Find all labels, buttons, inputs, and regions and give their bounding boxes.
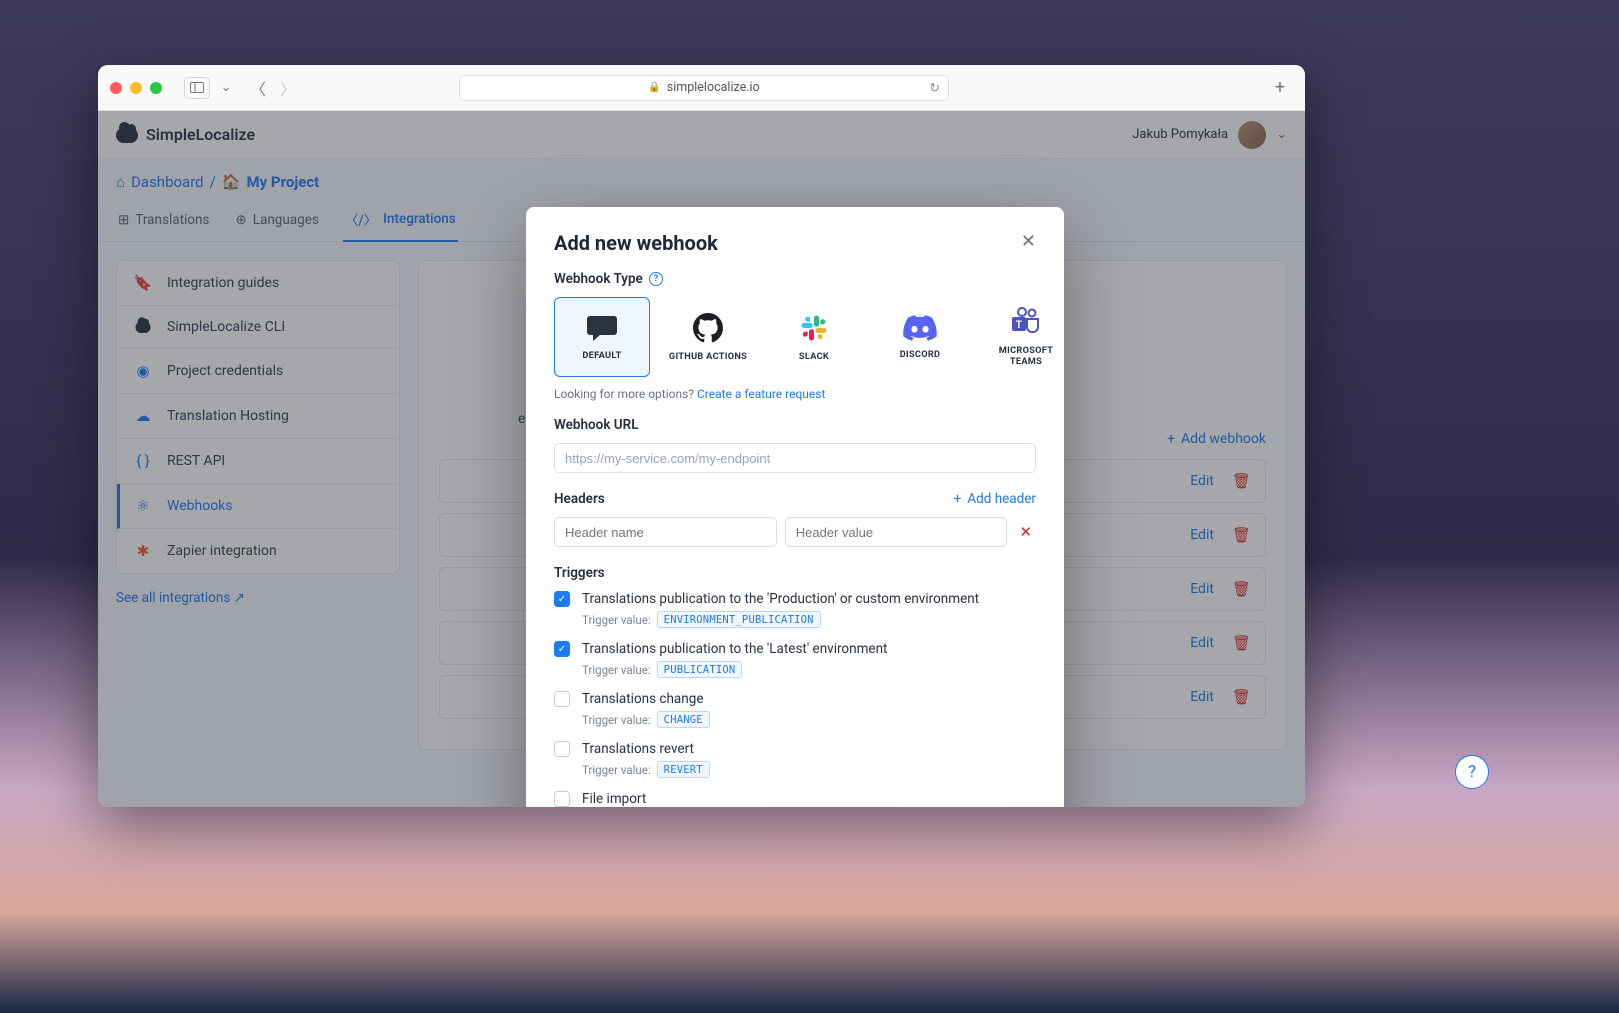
maximize-window-icon[interactable]	[150, 82, 162, 94]
teams-icon: T	[1010, 307, 1042, 337]
trigger-value-label: Trigger value:	[582, 763, 651, 777]
chevron-down-icon[interactable]: ⌄	[218, 77, 234, 99]
trigger-checkbox[interactable]: ✓	[554, 591, 570, 607]
trigger-name: Translations publication to the 'Latest'…	[582, 641, 887, 657]
back-icon[interactable]: 〈	[250, 76, 266, 100]
webhook-type-label: Webhook Type ?	[554, 271, 1036, 287]
svg-text:T: T	[1016, 320, 1023, 331]
close-icon[interactable]: ✕	[1021, 231, 1036, 252]
trigger-name: Translations publication to the 'Product…	[582, 591, 979, 607]
feature-request-link[interactable]: Create a feature request	[697, 387, 825, 401]
type-label: SLACK	[799, 351, 829, 362]
triggers-label: Triggers	[554, 565, 1036, 581]
plus-icon: +	[954, 491, 962, 507]
remove-header-icon[interactable]: ✕	[1015, 523, 1036, 541]
type-option-github[interactable]: GITHUB ACTIONS	[660, 297, 756, 377]
url-bar[interactable]: 🔒 simplelocalize.io ↻	[459, 75, 949, 101]
type-label: DEFAULT	[582, 350, 621, 361]
reload-icon[interactable]: ↻	[930, 80, 940, 96]
github-icon	[693, 313, 723, 343]
help-icon[interactable]: ?	[649, 272, 663, 286]
url-text: simplelocalize.io	[667, 80, 760, 95]
trigger-checkbox[interactable]	[554, 691, 570, 707]
add-webhook-modal: Add new webhook ✕ Webhook Type ? DEFAULT…	[526, 207, 1064, 807]
type-label: MICROSOFT TEAMS	[984, 345, 1064, 367]
trigger-value-row: Trigger value: CHANGE	[582, 711, 1036, 728]
close-window-icon[interactable]	[110, 82, 122, 94]
trigger-value-label: Trigger value:	[582, 613, 651, 627]
trigger-name: File import	[582, 791, 646, 807]
type-label: GITHUB ACTIONS	[669, 351, 747, 362]
more-options-prefix: Looking for more options?	[554, 387, 697, 401]
browser-window: ⌄ 〈 〉 🔒 simplelocalize.io ↻ + SimpleLoca…	[98, 65, 1305, 807]
modal-title: Add new webhook	[554, 231, 718, 255]
trigger-item: ✓ Translations publication to the 'Produc…	[554, 591, 1036, 628]
trigger-item: File importTrigger value:IMPORT	[554, 791, 1036, 807]
browser-chrome: ⌄ 〈 〉 🔒 simplelocalize.io ↻ +	[98, 65, 1305, 111]
header-row: ✕	[554, 517, 1036, 547]
webhook-type-options: DEFAULT GITHUB ACTIONS SLACK DISCORD T M…	[554, 297, 1036, 377]
trigger-item: Translations revert Trigger value: REVERT	[554, 741, 1036, 778]
type-option-slack[interactable]: SLACK	[766, 297, 862, 377]
window-controls	[110, 82, 162, 94]
type-option-teams[interactable]: T MICROSOFT TEAMS	[978, 297, 1064, 377]
trigger-value-label: Trigger value:	[582, 713, 651, 727]
nav-arrows: 〈 〉	[250, 76, 296, 100]
more-options-text: Looking for more options? Create a featu…	[554, 387, 1036, 401]
forward-icon[interactable]: 〉	[280, 76, 296, 100]
trigger-value-row: Trigger value: PUBLICATION	[582, 661, 1036, 678]
trigger-value-chip: ENVIRONMENT_PUBLICATION	[657, 611, 821, 628]
label-text: Webhook Type	[554, 271, 643, 287]
triggers-list: ✓ Translations publication to the 'Produc…	[554, 591, 1036, 807]
type-option-default[interactable]: DEFAULT	[554, 297, 650, 377]
new-tab-icon[interactable]: +	[1267, 77, 1293, 99]
trigger-checkbox[interactable]	[554, 791, 570, 807]
add-header-label: Add header	[967, 491, 1036, 507]
add-header-button[interactable]: + Add header	[954, 491, 1036, 507]
type-label: DISCORD	[900, 349, 941, 360]
trigger-item: Translations change Trigger value: CHANGE	[554, 691, 1036, 728]
type-option-discord[interactable]: DISCORD	[872, 297, 968, 377]
header-value-input[interactable]	[785, 517, 1008, 547]
webhook-url-label: Webhook URL	[554, 417, 1036, 433]
lock-icon: 🔒	[648, 82, 660, 93]
discord-icon	[903, 315, 937, 341]
trigger-value-row: Trigger value: ENVIRONMENT_PUBLICATION	[582, 611, 1036, 628]
trigger-value-label: Trigger value:	[582, 663, 651, 677]
header-name-input[interactable]	[554, 517, 777, 547]
trigger-checkbox[interactable]: ✓	[554, 641, 570, 657]
help-fab-button[interactable]: ?	[1455, 755, 1489, 789]
slack-icon	[799, 313, 829, 343]
trigger-name: Translations change	[582, 691, 703, 707]
trigger-checkbox[interactable]	[554, 741, 570, 757]
trigger-value-chip: CHANGE	[657, 711, 710, 728]
sidebar-toggle-icon[interactable]	[184, 77, 210, 99]
trigger-name: Translations revert	[582, 741, 694, 757]
headers-label: Headers	[554, 491, 605, 507]
chat-bubble-icon	[586, 314, 618, 342]
trigger-value-chip: REVERT	[657, 761, 710, 778]
webhook-url-input[interactable]	[554, 443, 1036, 473]
trigger-value-row: Trigger value: REVERT	[582, 761, 1036, 778]
trigger-value-chip: PUBLICATION	[657, 661, 743, 678]
trigger-item: ✓ Translations publication to the 'Latest…	[554, 641, 1036, 678]
minimize-window-icon[interactable]	[130, 82, 142, 94]
